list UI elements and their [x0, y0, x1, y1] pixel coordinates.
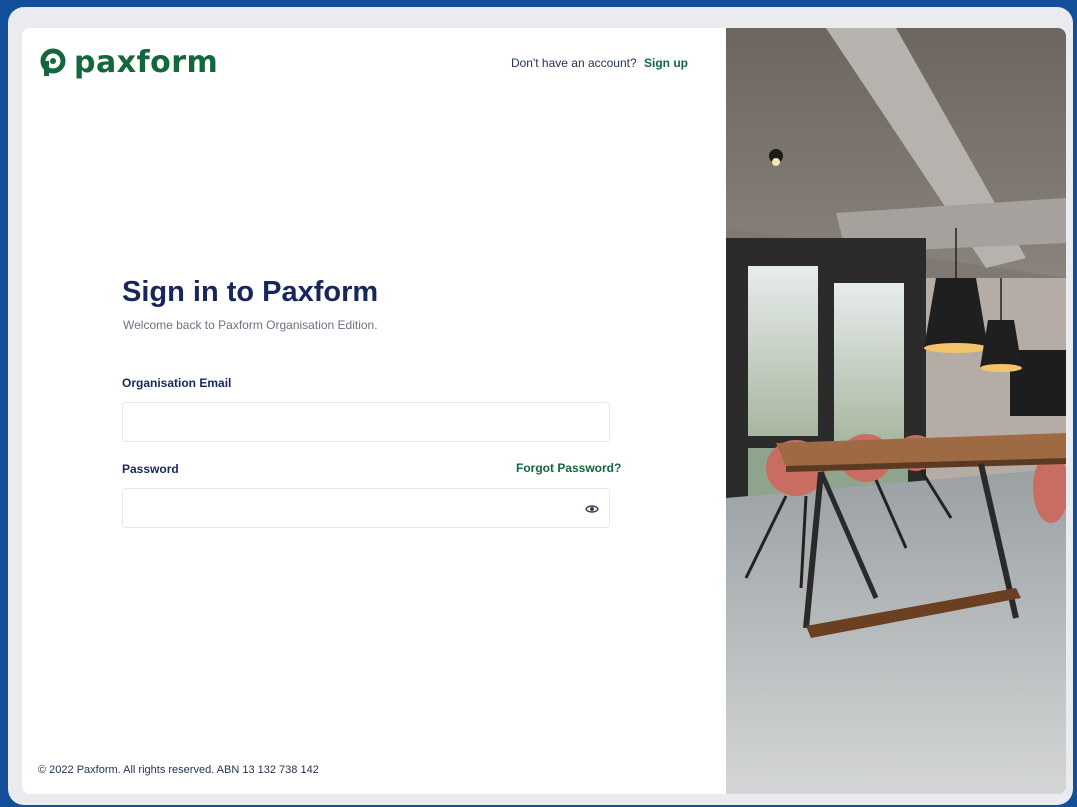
- signup-prompt: Don't have an account? Sign up: [511, 56, 688, 70]
- office-photo: [726, 28, 1066, 794]
- password-label: Password: [122, 462, 179, 476]
- signin-form-area: paxform Don't have an account? Sign up S…: [22, 28, 726, 794]
- office-interior-image: [726, 28, 1066, 794]
- signup-link[interactable]: Sign up: [644, 56, 688, 70]
- email-field[interactable]: [122, 402, 610, 442]
- signup-prompt-text: Don't have an account?: [510, 56, 637, 70]
- page-subtitle: Welcome back to Paxform Organisation Edi…: [123, 318, 378, 332]
- signin-panel: paxform Don't have an account? Sign up S…: [22, 28, 1066, 794]
- eye-icon[interactable]: [585, 502, 599, 516]
- page-title: Sign in to Paxform: [122, 276, 379, 308]
- paxform-logo-icon: [40, 48, 66, 76]
- brand-name: paxform: [74, 45, 219, 80]
- password-field-wrapper: [122, 488, 610, 528]
- copyright-footer: © 2022 Paxform. All rights reserved. ABN…: [38, 764, 319, 776]
- password-field[interactable]: [131, 489, 575, 527]
- paxform-logo[interactable]: paxform: [38, 48, 218, 78]
- email-label: Organisation Email: [122, 376, 232, 390]
- forgot-password-link[interactable]: Forgot Password?: [516, 461, 621, 475]
